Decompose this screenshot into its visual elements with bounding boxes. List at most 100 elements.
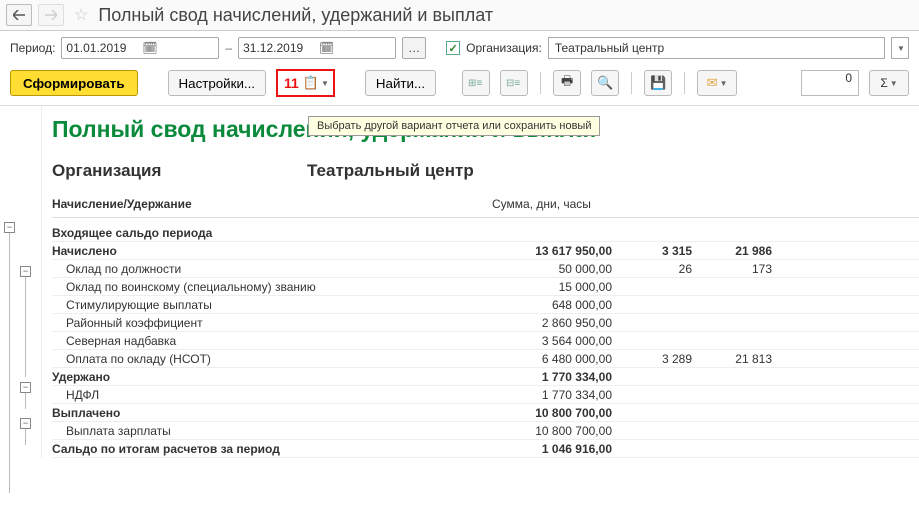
table-row: Северная надбавка3 564 000,00 — [52, 332, 919, 350]
report-header-row: Начисление/Удержание Сумма, дни, часы — [52, 197, 919, 218]
envelope-icon: ✉ — [707, 75, 718, 91]
org-checkbox[interactable]: ✓ — [446, 41, 460, 55]
generate-button[interactable]: Сформировать — [10, 70, 138, 96]
outline-toggle[interactable]: − — [4, 222, 15, 233]
paste-icon: 📋 — [303, 75, 319, 91]
cell-days: 3 289 — [612, 352, 692, 366]
cell-sum: 1 770 334,00 — [492, 388, 612, 402]
outline-toggle[interactable]: − — [20, 266, 31, 277]
toolbar: Сформировать Настройки... 11 📋 ▼ Найти..… — [0, 65, 919, 105]
report-rows: Входящее сальдо периода Начислено13 617 9… — [52, 224, 919, 458]
report-body: Полный свод начислений, удержаний и выпл… — [42, 106, 919, 458]
table-row: Входящее сальдо периода — [52, 224, 919, 242]
cell-days: 26 — [612, 262, 692, 276]
preview-button[interactable]: 🔍 — [591, 70, 619, 96]
col-sum-header: Сумма, дни, часы — [492, 197, 591, 211]
table-row: Стимулирующие выплаты648 000,00 — [52, 296, 919, 314]
titlebar: ☆ Полный свод начислений, удержаний и вы… — [0, 0, 919, 31]
cell-name: Оклад по воинскому (специальному) званию — [52, 280, 492, 294]
cell-name: Стимулирующие выплаты — [52, 298, 492, 312]
preview-icon: 🔍 — [597, 75, 613, 91]
table-row: Оклад по воинскому (специальному) званию… — [52, 278, 919, 296]
forward-button[interactable] — [38, 4, 64, 26]
org-select[interactable]: Театральный центр — [548, 37, 885, 59]
expand-tree-button[interactable]: ⊞≡ — [462, 70, 490, 96]
filter-bar: Период: 01.01.2019 🗓 – 31.12.2019 🗓 … ✓ … — [0, 31, 919, 65]
table-row: Оплата по окладу (НСОТ)6 480 000,003 289… — [52, 350, 919, 368]
chevron-down-icon: ▼ — [890, 79, 898, 88]
variant-number: 11 — [284, 75, 299, 91]
calendar-icon[interactable]: 🗓 — [142, 41, 214, 55]
print-button[interactable]: 🖶 — [553, 70, 581, 96]
chevron-down-icon: ▼ — [720, 79, 728, 88]
expand-icon: ⊞≡ — [468, 78, 482, 89]
settings-label: Настройки... — [179, 76, 255, 91]
cell-sum: 2 860 950,00 — [492, 316, 612, 330]
calendar-icon[interactable]: 🗓 — [319, 41, 391, 55]
cell-days: 3 315 — [612, 244, 692, 258]
print-icon: 🖶 — [561, 72, 573, 94]
date-from-value: 01.01.2019 — [66, 41, 138, 55]
cell-name: Входящее сальдо периода — [52, 226, 492, 240]
cell-name: Удержано — [52, 370, 492, 384]
table-row: Выплата зарплаты10 800 700,00 — [52, 422, 919, 440]
table-row: Выплачено10 800 700,00 — [52, 404, 919, 422]
cell-name: Районный коэффициент — [52, 316, 492, 330]
date-from-input[interactable]: 01.01.2019 🗓 — [61, 37, 219, 59]
numeric-field[interactable]: 0 — [801, 70, 859, 96]
report-org-name: Театральный центр — [307, 161, 474, 181]
cell-name: Сальдо по итогам расчетов за период — [52, 442, 492, 456]
table-row: Начислено13 617 950,003 31521 986 — [52, 242, 919, 260]
col-name-header: Начисление/Удержание — [52, 197, 492, 211]
report-area: − − − − Полный свод начислений, удержани… — [0, 105, 919, 458]
outline-toggle[interactable]: − — [20, 418, 31, 429]
dash: – — [225, 41, 232, 55]
variant-box[interactable]: 11 📋 ▼ — [276, 69, 335, 97]
cell-name: НДФЛ — [52, 388, 492, 402]
period-picker-button[interactable]: … — [402, 37, 426, 59]
cell-sum: 15 000,00 — [492, 280, 612, 294]
org-label: Организация: — [466, 41, 542, 55]
cell-sum: 648 000,00 — [492, 298, 612, 312]
cell-hours: 21 986 — [692, 244, 772, 258]
save-icon: 💾 — [650, 75, 666, 91]
email-button[interactable]: ✉ ▼ — [697, 70, 737, 96]
cell-sum: 1 046 916,00 — [492, 442, 612, 456]
cell-hours: 173 — [692, 262, 772, 276]
cell-sum: 1 770 334,00 — [492, 370, 612, 384]
cell-sum: 13 617 950,00 — [492, 244, 612, 258]
cell-name: Оплата по окладу (НСОТ) — [52, 352, 492, 366]
find-button[interactable]: Найти... — [365, 70, 436, 96]
table-row: НДФЛ1 770 334,00 — [52, 386, 919, 404]
table-row: Сальдо по итогам расчетов за период1 046… — [52, 440, 919, 458]
favorite-star-icon[interactable]: ☆ — [74, 5, 88, 25]
cell-name: Выплачено — [52, 406, 492, 420]
find-label: Найти... — [376, 76, 425, 91]
collapse-tree-button[interactable]: ⊟≡ — [500, 70, 528, 96]
tooltip: Выбрать другой вариант отчета или сохран… — [308, 116, 600, 136]
cell-sum: 10 800 700,00 — [492, 406, 612, 420]
page-title: Полный свод начислений, удержаний и выпл… — [98, 5, 493, 26]
cell-hours: 21 813 — [692, 352, 772, 366]
settings-button[interactable]: Настройки... — [168, 70, 266, 96]
cell-sum: 10 800 700,00 — [492, 424, 612, 438]
period-label: Период: — [10, 41, 55, 55]
table-row: Удержано1 770 334,00 — [52, 368, 919, 386]
report-org-label: Организация — [52, 161, 307, 181]
sigma-button[interactable]: Σ ▼ — [869, 70, 909, 96]
outline-toggle[interactable]: − — [20, 382, 31, 393]
outline-gutter: − − − − — [0, 106, 42, 458]
table-row: Районный коэффициент2 860 950,00 — [52, 314, 919, 332]
cell-sum: 50 000,00 — [492, 262, 612, 276]
cell-sum: 3 564 000,00 — [492, 334, 612, 348]
cell-name: Выплата зарплаты — [52, 424, 492, 438]
date-to-input[interactable]: 31.12.2019 🗓 — [238, 37, 396, 59]
back-button[interactable] — [6, 4, 32, 26]
org-dropdown-arrow[interactable]: ▼ — [891, 37, 909, 59]
save-button[interactable]: 💾 — [644, 70, 672, 96]
date-to-value: 31.12.2019 — [243, 41, 315, 55]
table-row: Оклад по должности50 000,0026173 — [52, 260, 919, 278]
cell-name: Начислено — [52, 244, 492, 258]
org-select-value: Театральный центр — [555, 41, 664, 55]
cell-name: Оклад по должности — [52, 262, 492, 276]
